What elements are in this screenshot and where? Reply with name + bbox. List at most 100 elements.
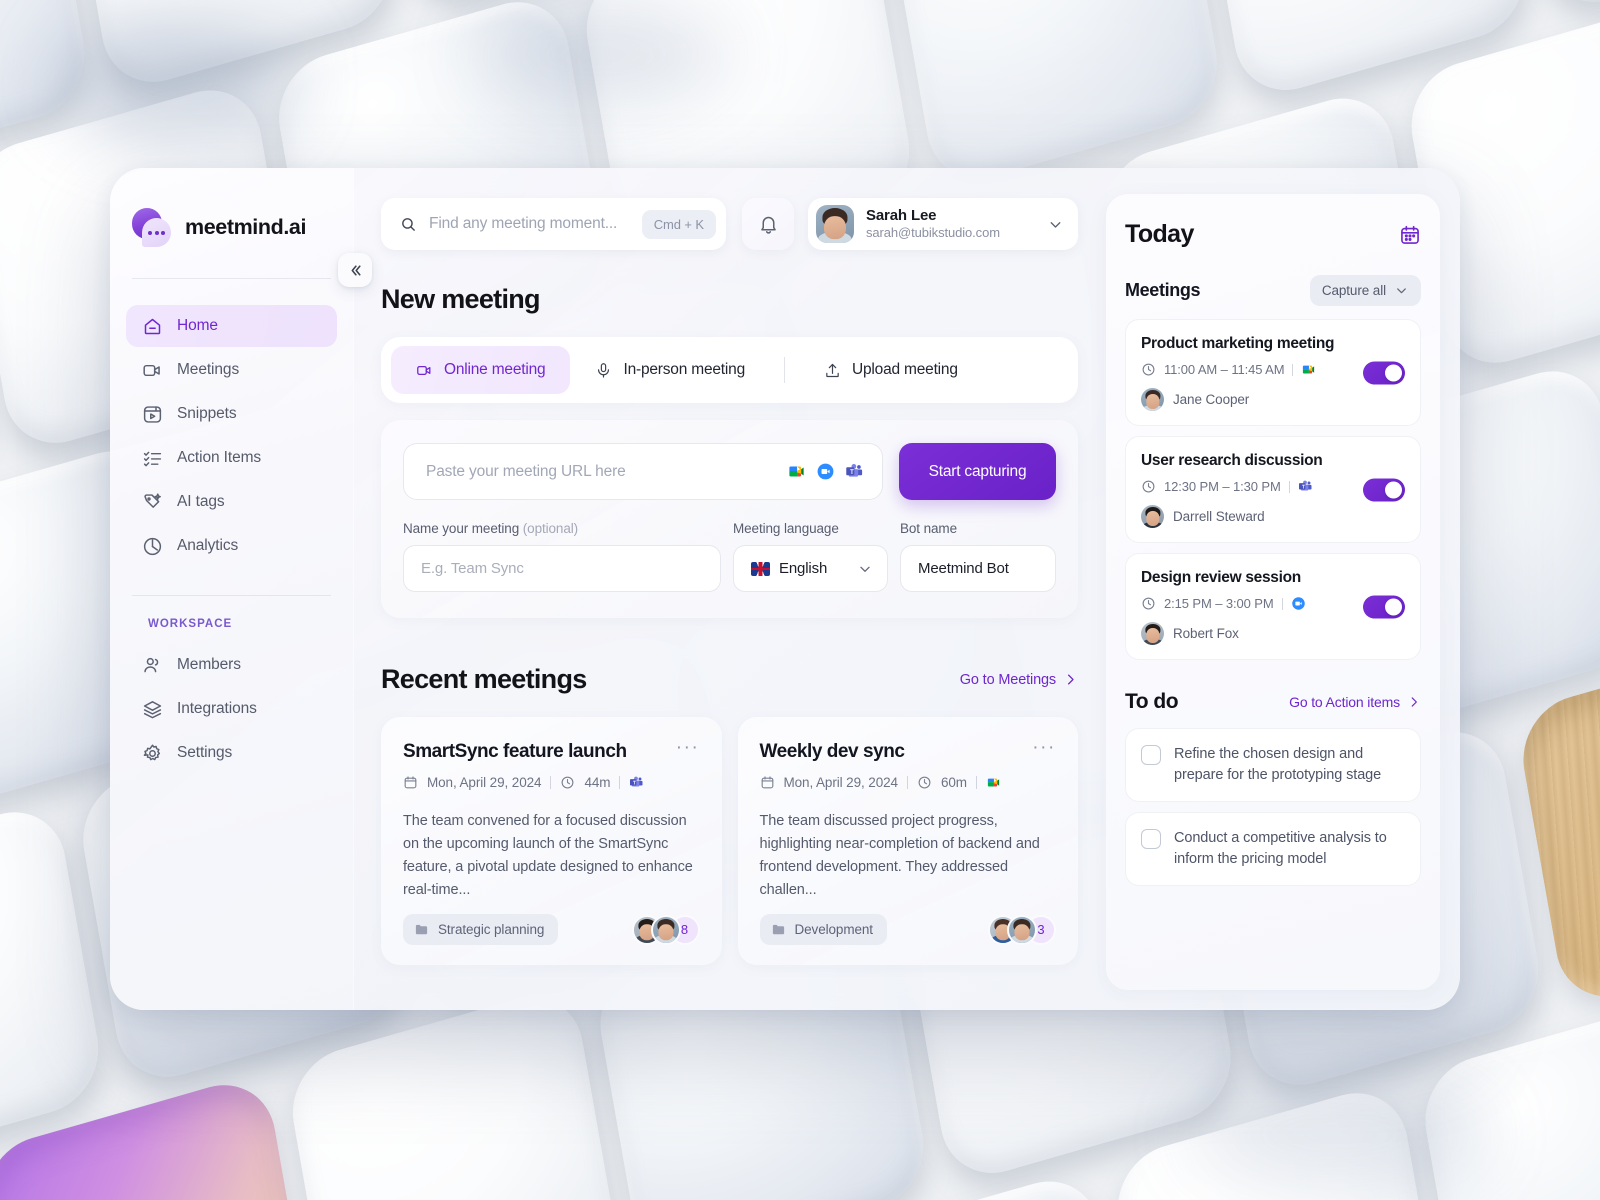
card-more-options-button[interactable]: ··· <box>1032 738 1056 757</box>
capture-toggle[interactable] <box>1363 595 1405 618</box>
sidebar-item-snippets[interactable]: Snippets <box>126 393 337 435</box>
tab-in-person-meeting[interactable]: In-person meeting <box>570 346 770 394</box>
meeting-name-input[interactable]: E.g. Team Sync <box>403 545 721 592</box>
sidebar-item-members[interactable]: Members <box>126 644 337 686</box>
avatar <box>1007 914 1037 945</box>
meeting-url-input[interactable]: Paste your meeting URL here <box>403 443 883 500</box>
sidebar-item-ai-tags[interactable]: AI tags <box>126 481 337 523</box>
today-meeting-card[interactable]: Design review session 2:15 PM – 3:00 PM <box>1125 553 1421 660</box>
today-meeting-person: Darrell Steward <box>1141 505 1405 528</box>
chevron-right-icon <box>1411 697 1417 707</box>
today-meeting-person: Jane Cooper <box>1141 388 1405 411</box>
meeting-name-placeholder: E.g. Team Sync <box>421 560 524 577</box>
sidebar-item-meetings[interactable]: Meetings <box>126 349 337 391</box>
todo-checkbox[interactable] <box>1141 829 1161 850</box>
todo-checkbox[interactable] <box>1141 745 1161 765</box>
profile-email: sarah@tubikstudio.com <box>866 225 1000 241</box>
todo-text: Refine the chosen design and prepare for… <box>1174 746 1382 784</box>
meeting-language-value: English <box>779 560 828 577</box>
participants[interactable]: 8 <box>631 914 700 945</box>
go-to-meetings-link[interactable]: Go to Meetings <box>960 672 1078 688</box>
link-label: Go to Meetings <box>959 671 1056 688</box>
today-meeting-card[interactable]: User research discussion 12:30 PM – 1:30… <box>1125 436 1421 543</box>
meeting-card-title: SmartSync feature launch <box>403 741 627 762</box>
card-meta: Mon, April 29, 2024 44m <box>403 775 700 790</box>
tab-online-meeting[interactable]: Online meeting <box>391 346 571 394</box>
todo-item[interactable]: Refine the chosen design and prepare for… <box>1125 728 1421 803</box>
calendar-icon[interactable] <box>1399 224 1421 246</box>
meeting-duration: 44m <box>584 775 611 790</box>
chevron-down-icon <box>1397 288 1406 294</box>
sidebar-item-action-items[interactable]: Action Items <box>126 437 337 479</box>
top-bar: Find any meeting moment... Cmd + K Sarah… <box>381 198 1078 250</box>
tag-label: Development <box>794 922 874 937</box>
field-meeting-language: Meeting language English <box>733 521 888 592</box>
today-title: Today <box>1125 220 1194 248</box>
avatar <box>1141 388 1164 411</box>
start-capturing-button[interactable]: Start capturing <box>899 443 1056 500</box>
clock-icon <box>1142 480 1155 493</box>
meetings-subheader: Meetings Capture all <box>1125 275 1421 306</box>
today-meeting-time: 11:00 AM – 11:45 AM <box>1164 362 1285 377</box>
meeting-card[interactable]: Weekly dev sync ··· Mon, April 29, 2024 … <box>737 717 1078 965</box>
bot-name-label: Bot name <box>900 521 957 536</box>
avatar <box>1141 505 1164 528</box>
microsoft-teams-icon <box>630 776 643 787</box>
sidebar: meetmind.ai Home Meetings Snippets Actio… <box>110 168 372 1010</box>
calendar-icon <box>404 776 417 789</box>
bot-name-input[interactable]: Meetmind Bot <box>900 545 1056 592</box>
card-header: SmartSync feature launch ··· <box>403 738 700 763</box>
tab-label: In-person meeting <box>623 361 745 378</box>
clock-icon <box>561 776 574 789</box>
zoom-icon <box>1291 597 1305 610</box>
microphone-icon <box>598 362 610 378</box>
capture-toggle[interactable] <box>1363 478 1405 501</box>
today-meeting-time: 12:30 PM – 1:30 PM <box>1164 479 1281 494</box>
search-input[interactable]: Find any meeting moment... Cmd + K <box>381 198 726 250</box>
sidebar-item-home[interactable]: Home <box>126 305 337 347</box>
search-shortcut-badge: Cmd + K <box>641 209 716 239</box>
user-profile-menu[interactable]: Sarah Lee sarah@tubikstudio.com <box>808 198 1078 250</box>
play-square-icon <box>142 404 163 425</box>
todo-item[interactable]: Conduct a competitive analysis to inform… <box>1125 812 1421 887</box>
today-meeting-card[interactable]: Product marketing meeting 11:00 AM – 11:… <box>1125 319 1421 426</box>
tab-upload-meeting[interactable]: Upload meeting <box>799 346 983 394</box>
sidebar-item-analytics[interactable]: Analytics <box>126 525 337 567</box>
sidebar-item-label: Analytics <box>177 537 239 554</box>
meeting-tag-chip[interactable]: Strategic planning <box>403 914 559 945</box>
brand-logo[interactable]: meetmind.ai <box>110 206 353 248</box>
meeting-card[interactable]: SmartSync feature launch ··· Mon, April … <box>381 717 722 965</box>
recent-meetings-header: Recent meetings Go to Meetings <box>381 664 1078 695</box>
sidebar-item-integrations[interactable]: Integrations <box>126 688 337 730</box>
sidebar-item-label: Integrations <box>177 700 257 717</box>
meeting-description: The team convened for a focused discussi… <box>403 813 693 898</box>
recent-meetings-title: Recent meetings <box>381 664 587 694</box>
tag-label: Strategic planning <box>438 922 545 937</box>
participants[interactable]: 3 <box>988 914 1056 945</box>
capture-toggle[interactable] <box>1363 361 1405 384</box>
sidebar-divider <box>132 278 331 279</box>
card-more-options-button[interactable]: ··· <box>676 738 700 757</box>
field-meeting-name: Name your meeting (optional) E.g. Team S… <box>403 521 721 592</box>
go-to-action-items-link[interactable]: Go to Action items <box>1289 694 1421 710</box>
meeting-date: Mon, April 29, 2024 <box>427 775 542 790</box>
sidebar-item-settings[interactable]: Settings <box>126 732 337 774</box>
sidebar-item-label: Members <box>177 656 241 673</box>
meeting-type-tabs: Online meeting In-person meeting Upload … <box>381 337 1078 403</box>
capture-all-dropdown[interactable]: Capture all <box>1309 275 1421 306</box>
today-panel: Today Meetings Capture all Product marke… <box>1106 194 1440 990</box>
meetmind-logo-icon <box>132 206 174 248</box>
brand-name: meetmind.ai <box>185 214 307 239</box>
today-meeting-title: Product marketing meeting <box>1141 335 1335 352</box>
google-meet-icon <box>987 778 1000 787</box>
meeting-language-select[interactable]: English <box>733 545 888 592</box>
chevron-double-left-icon <box>351 264 361 276</box>
link-label: Go to Action items <box>1289 694 1400 710</box>
collapse-sidebar-button[interactable] <box>338 253 372 287</box>
tab-separator <box>784 357 785 383</box>
microsoft-teams-icon <box>1298 480 1312 491</box>
avatar <box>650 914 681 945</box>
notifications-button[interactable] <box>742 198 794 250</box>
meeting-tag-chip[interactable]: Development <box>759 914 887 945</box>
search-placeholder: Find any meeting moment... <box>429 215 618 232</box>
